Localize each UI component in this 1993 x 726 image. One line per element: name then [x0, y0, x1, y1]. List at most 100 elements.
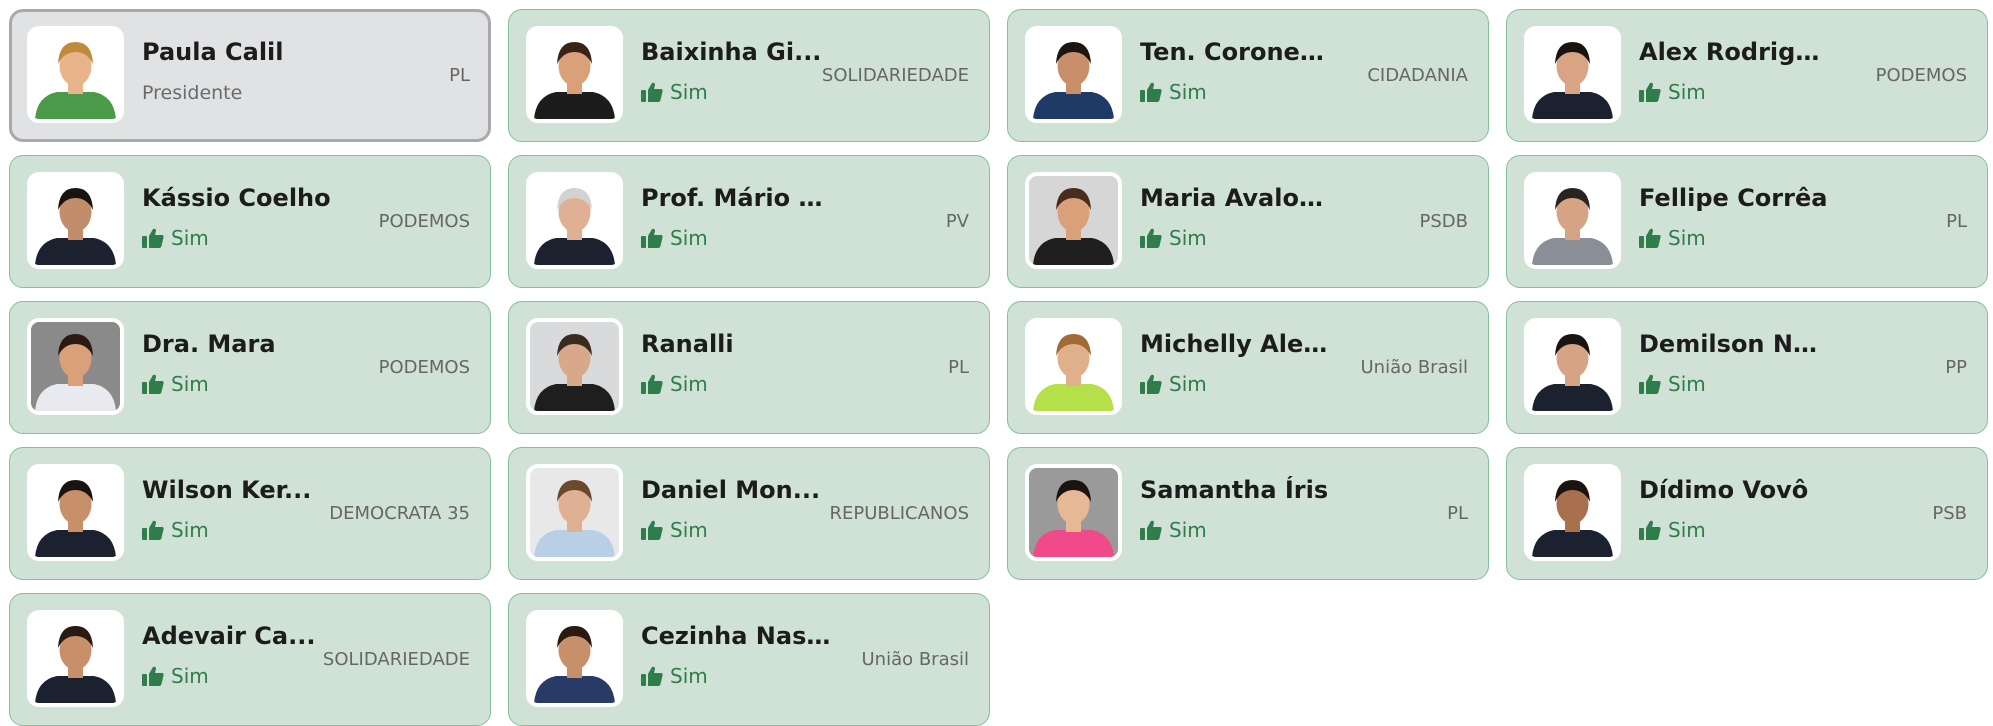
party-label: SOLIDARIEDADE [821, 65, 969, 86]
member-portrait [1029, 30, 1118, 119]
vote-label: Sim [670, 518, 708, 542]
member-photo [526, 26, 623, 123]
vote-status: Sim [1140, 518, 1207, 542]
member-photo [1025, 172, 1122, 269]
member-name: Samantha Íris [1140, 476, 1329, 504]
member-name: Dídimo Vovô [1639, 476, 1809, 504]
member-card[interactable]: Michelly Alencar Sim União Brasil [1007, 301, 1489, 434]
member-photo [1025, 318, 1122, 415]
vote-status: Sim [641, 518, 708, 542]
member-card[interactable]: Samantha Íris Sim PL [1007, 447, 1489, 580]
member-card[interactable]: Demilson Nogueira Sim PP [1506, 301, 1988, 434]
member-portrait [530, 30, 619, 119]
member-portrait [530, 614, 619, 703]
party-label: PP [1945, 357, 1967, 378]
member-name: Prof. Mário Nadaf [641, 184, 831, 212]
member-photo [1025, 464, 1122, 561]
member-name: Daniel Mon... [641, 476, 821, 504]
thumbs-up-icon [1140, 374, 1162, 394]
thumbs-up-icon [641, 520, 663, 540]
member-card[interactable]: Fellipe Corrêa Sim PL [1506, 155, 1988, 288]
member-card[interactable]: Adevair Ca... Sim SOLIDARIEDADE [9, 593, 491, 726]
member-card[interactable]: Alex Rodrigues Sim PODEMOS [1506, 9, 1988, 142]
member-photo [526, 172, 623, 269]
party-label: DEMOCRATA 35 [329, 503, 470, 524]
thumbs-up-icon [641, 374, 663, 394]
vote-label: Sim [670, 372, 708, 396]
vote-status: Sim [641, 372, 708, 396]
member-name: Baixinha Gi... [641, 38, 822, 66]
vote-label: Sim [1668, 518, 1706, 542]
member-portrait [31, 30, 120, 119]
vote-label: Sim [1169, 226, 1207, 250]
member-name: Fellipe Corrêa [1639, 184, 1828, 212]
member-card[interactable]: Dídimo Vovô Sim PSB [1506, 447, 1988, 580]
thumbs-up-icon [1140, 82, 1162, 102]
party-label: União Brasil [861, 649, 969, 670]
vote-label: Sim [1169, 372, 1207, 396]
member-card[interactable]: Kássio Coelho Sim PODEMOS [9, 155, 491, 288]
party-label: PSDB [1419, 211, 1469, 232]
member-card[interactable]: Ten. Coronel D... Sim CIDADANIA [1007, 9, 1489, 142]
member-photo [1524, 26, 1621, 123]
member-photo [526, 464, 623, 561]
vote-label: Sim [670, 664, 708, 688]
thumbs-up-icon [142, 228, 164, 248]
thumbs-up-icon [641, 228, 663, 248]
thumbs-up-icon [1639, 520, 1661, 540]
vote-status: Sim [142, 664, 209, 688]
member-portrait [1528, 322, 1617, 411]
member-portrait [1029, 468, 1118, 557]
member-card[interactable]: Cezinha Nasci... Sim União Brasil [508, 593, 990, 726]
vote-status: Sim [641, 80, 708, 104]
vote-status: Sim [142, 372, 209, 396]
vote-label: Sim [670, 226, 708, 250]
thumbs-up-icon [1639, 228, 1661, 248]
member-card[interactable]: Dra. Mara Sim PODEMOS [9, 301, 491, 434]
member-role: Presidente [142, 82, 243, 104]
member-card[interactable]: Ranalli Sim PL [508, 301, 990, 434]
vote-label: Sim [1668, 372, 1706, 396]
party-label: PL [449, 65, 470, 86]
thumbs-up-icon [142, 520, 164, 540]
member-name: Ten. Coronel D... [1140, 38, 1330, 66]
thumbs-up-icon [1140, 520, 1162, 540]
vote-status: Sim [641, 226, 708, 250]
member-portrait [1029, 176, 1118, 265]
thumbs-up-icon [1140, 228, 1162, 248]
member-photo [27, 172, 124, 269]
member-name: Demilson Nogueira [1639, 330, 1829, 358]
member-photo [27, 26, 124, 123]
party-label: PL [1447, 503, 1468, 524]
party-label: PL [948, 357, 969, 378]
party-label: PL [1946, 211, 1967, 232]
party-label: União Brasil [1360, 357, 1468, 378]
member-photo [1524, 318, 1621, 415]
member-name: Alex Rodrigues [1639, 38, 1829, 66]
member-card[interactable]: Baixinha Gi... Sim SOLIDARIEDADE [508, 9, 990, 142]
party-label: PSB [1932, 503, 1967, 524]
member-portrait [530, 322, 619, 411]
member-portrait [1528, 30, 1617, 119]
council-members-grid: Paula Calil Presidente PL Baixinha Gi... Sim… [0, 0, 1993, 726]
member-card[interactable]: Wilson Ker... Sim DEMOCRATA 35 [9, 447, 491, 580]
party-label: PODEMOS [1875, 65, 1967, 86]
member-portrait [1029, 322, 1118, 411]
vote-status: Sim [1639, 372, 1706, 396]
vote-label: Sim [171, 664, 209, 688]
vote-status: Sim [1639, 226, 1706, 250]
party-label: PODEMOS [378, 211, 470, 232]
member-name: Wilson Ker... [142, 476, 312, 504]
president-card[interactable]: Paula Calil Presidente PL [9, 9, 491, 142]
member-portrait [530, 176, 619, 265]
vote-status: Sim [1140, 372, 1207, 396]
member-card[interactable]: Prof. Mário Nadaf Sim PV [508, 155, 990, 288]
member-name: Ranalli [641, 330, 734, 358]
party-label: REPUBLICANOS [829, 503, 969, 524]
member-name: Paula Calil [142, 38, 284, 66]
member-card[interactable]: Daniel Mon... Sim REPUBLICANOS [508, 447, 990, 580]
member-card[interactable]: Maria Avalone Sim PSDB [1007, 155, 1489, 288]
party-label: PODEMOS [378, 357, 470, 378]
member-portrait [31, 468, 120, 557]
member-name: Kássio Coelho [142, 184, 331, 212]
